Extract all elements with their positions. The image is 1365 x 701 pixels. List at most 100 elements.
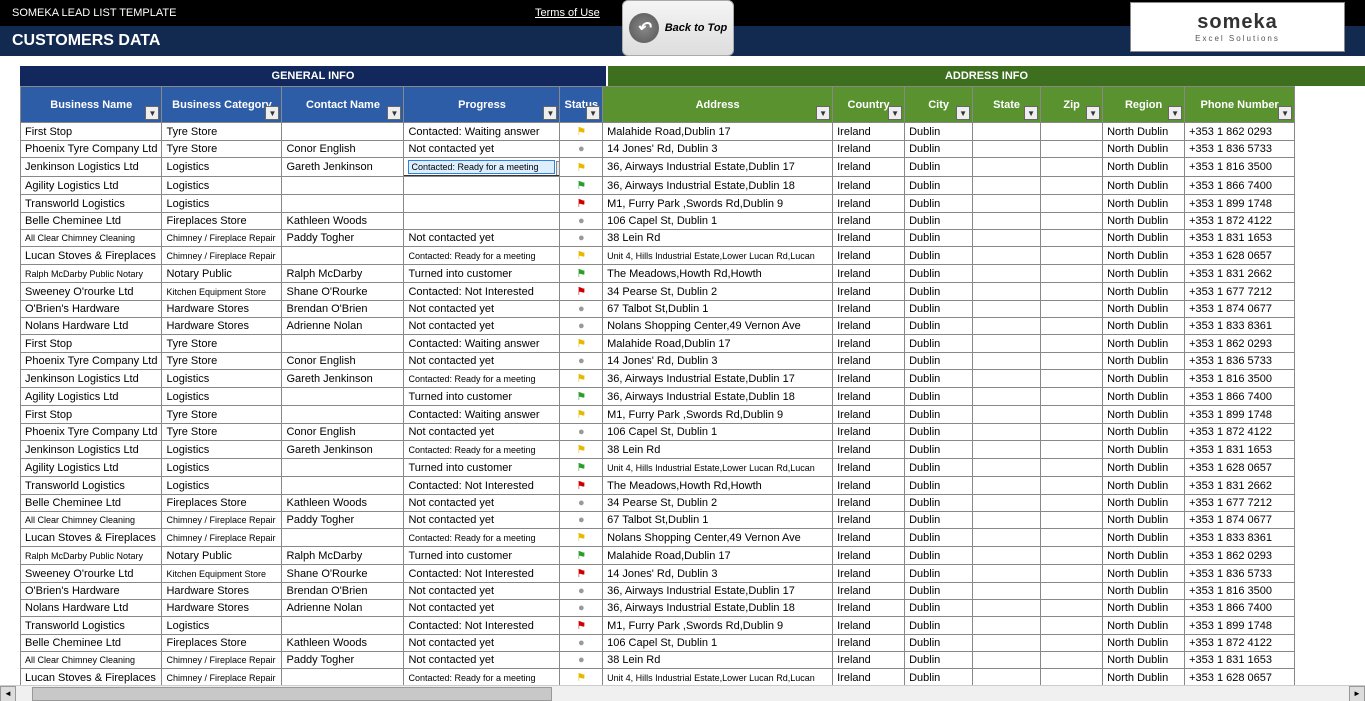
cell-zip[interactable] [1041, 247, 1103, 265]
cell-city[interactable]: Dublin [905, 495, 973, 512]
back-to-top-button[interactable]: ↶ Back to Top [622, 0, 734, 56]
table-row[interactable]: Transworld LogisticsLogistics⚑M1, Furry … [21, 195, 1295, 213]
table-row[interactable]: Nolans Hardware LtdHardware StoresAdrien… [21, 600, 1295, 617]
cell-addr[interactable]: Unit 4, Hills Industrial Estate,Lower Lu… [603, 459, 833, 477]
cell-phone[interactable]: +353 1 836 5733 [1185, 353, 1295, 370]
cell-state[interactable] [973, 370, 1041, 388]
cell-country[interactable]: Ireland [833, 583, 905, 600]
cell-contact[interactable] [282, 617, 404, 635]
cell-state[interactable] [973, 123, 1041, 141]
cell-contact[interactable] [282, 529, 404, 547]
cell-zip[interactable] [1041, 335, 1103, 353]
cell-zip[interactable] [1041, 265, 1103, 283]
cell-region[interactable]: North Dublin [1103, 512, 1185, 529]
cell-country[interactable]: Ireland [833, 301, 905, 318]
cell-prog[interactable]: Turned into customer [404, 388, 560, 406]
cell-contact[interactable]: Adrienne Nolan [282, 318, 404, 335]
table-row[interactable]: Lucan Stoves & FireplacesChimney / Firep… [21, 669, 1295, 687]
cell-stat[interactable]: ● [560, 213, 603, 230]
cell-contact[interactable]: Shane O'Rourke [282, 283, 404, 301]
cell-country[interactable]: Ireland [833, 477, 905, 495]
cell-city[interactable]: Dublin [905, 213, 973, 230]
cell-region[interactable]: North Dublin [1103, 213, 1185, 230]
cell-stat[interactable]: ● [560, 512, 603, 529]
cell-zip[interactable] [1041, 441, 1103, 459]
table-row[interactable]: Nolans Hardware LtdHardware StoresAdrien… [21, 318, 1295, 335]
cell-cat[interactable]: Tyre Store [162, 123, 282, 141]
cell-biz[interactable]: Agility Logistics Ltd [21, 459, 162, 477]
cell-city[interactable]: Dublin [905, 441, 973, 459]
cell-contact[interactable]: Gareth Jenkinson [282, 370, 404, 388]
cell-addr[interactable]: Nolans Shopping Center,49 Vernon Ave [603, 318, 833, 335]
cell-region[interactable]: North Dublin [1103, 441, 1185, 459]
cell-addr[interactable]: 14 Jones' Rd, Dublin 3 [603, 353, 833, 370]
cell-addr[interactable]: 38 Lein Rd [603, 230, 833, 247]
filter-btn-stat[interactable]: ▼ [586, 106, 600, 120]
cell-cat[interactable]: Tyre Store [162, 424, 282, 441]
cell-contact[interactable] [282, 123, 404, 141]
cell-contact[interactable] [282, 477, 404, 495]
cell-stat[interactable]: ● [560, 141, 603, 158]
cell-prog[interactable]: Contacted: Not Interested [404, 477, 560, 495]
cell-city[interactable]: Dublin [905, 406, 973, 424]
cell-zip[interactable] [1041, 213, 1103, 230]
cell-cat[interactable]: Chimney / Fireplace Repair [162, 247, 282, 265]
cell-zip[interactable] [1041, 583, 1103, 600]
cell-state[interactable] [973, 406, 1041, 424]
cell-prog[interactable]: Contacted: Ready for a meeting [404, 247, 560, 265]
cell-region[interactable]: North Dublin [1103, 617, 1185, 635]
cell-addr[interactable]: 36, Airways Industrial Estate,Dublin 17 [603, 158, 833, 177]
cell-cat[interactable]: Tyre Store [162, 141, 282, 158]
cell-city[interactable]: Dublin [905, 283, 973, 301]
cell-stat[interactable]: ● [560, 652, 603, 669]
cell-stat[interactable]: ⚑ [560, 265, 603, 283]
cell-stat[interactable]: ⚑ [560, 177, 603, 195]
cell-region[interactable]: North Dublin [1103, 353, 1185, 370]
cell-state[interactable] [973, 265, 1041, 283]
cell-biz[interactable]: Belle Cheminee Ltd [21, 635, 162, 652]
cell-stat[interactable]: ⚑ [560, 529, 603, 547]
cell-zip[interactable] [1041, 141, 1103, 158]
cell-state[interactable] [973, 600, 1041, 617]
cell-country[interactable]: Ireland [833, 617, 905, 635]
cell-stat[interactable]: ⚑ [560, 669, 603, 687]
cell-city[interactable]: Dublin [905, 318, 973, 335]
cell-cat[interactable]: Chimney / Fireplace Repair [162, 230, 282, 247]
filter-btn-country[interactable]: ▼ [888, 106, 902, 120]
cell-prog[interactable]: Contacted: Ready for a meeting [404, 370, 560, 388]
table-row[interactable]: Belle Cheminee LtdFireplaces StoreKathle… [21, 635, 1295, 652]
cell-city[interactable]: Dublin [905, 583, 973, 600]
cell-state[interactable] [973, 335, 1041, 353]
cell-addr[interactable]: 36, Airways Industrial Estate,Dublin 18 [603, 177, 833, 195]
table-row[interactable]: All Clear Chimney CleaningChimney / Fire… [21, 652, 1295, 669]
cell-prog[interactable]: Contacted: Not Interested [404, 565, 560, 583]
cell-country[interactable]: Ireland [833, 265, 905, 283]
cell-addr[interactable]: 14 Jones' Rd, Dublin 3 [603, 141, 833, 158]
cell-contact[interactable] [282, 335, 404, 353]
cell-region[interactable]: North Dublin [1103, 495, 1185, 512]
cell-contact[interactable] [282, 669, 404, 687]
cell-addr[interactable]: 106 Capel St, Dublin 1 [603, 213, 833, 230]
cell-country[interactable]: Ireland [833, 495, 905, 512]
cell-region[interactable]: North Dublin [1103, 424, 1185, 441]
cell-country[interactable]: Ireland [833, 600, 905, 617]
cell-city[interactable]: Dublin [905, 565, 973, 583]
cell-city[interactable]: Dublin [905, 459, 973, 477]
cell-country[interactable]: Ireland [833, 512, 905, 529]
cell-city[interactable]: Dublin [905, 353, 973, 370]
cell-prog[interactable]: Turned into customer [404, 265, 560, 283]
filter-btn-city[interactable]: ▼ [956, 106, 970, 120]
cell-prog[interactable]: Not contacted yet [404, 141, 560, 158]
cell-biz[interactable]: Lucan Stoves & Fireplaces [21, 529, 162, 547]
cell-addr[interactable]: Malahide Road,Dublin 17 [603, 335, 833, 353]
cell-zip[interactable] [1041, 353, 1103, 370]
cell-region[interactable]: North Dublin [1103, 529, 1185, 547]
cell-prog[interactable]: Turned into customer [404, 459, 560, 477]
cell-stat[interactable]: ⚑ [560, 459, 603, 477]
cell-prog[interactable]: Not contacted yet [404, 495, 560, 512]
cell-addr[interactable]: 14 Jones' Rd, Dublin 3 [603, 565, 833, 583]
table-row[interactable]: Ralph McDarby Public NotaryNotary Public… [21, 265, 1295, 283]
cell-region[interactable]: North Dublin [1103, 459, 1185, 477]
cell-biz[interactable]: Nolans Hardware Ltd [21, 600, 162, 617]
cell-phone[interactable]: +353 1 628 0657 [1185, 459, 1295, 477]
